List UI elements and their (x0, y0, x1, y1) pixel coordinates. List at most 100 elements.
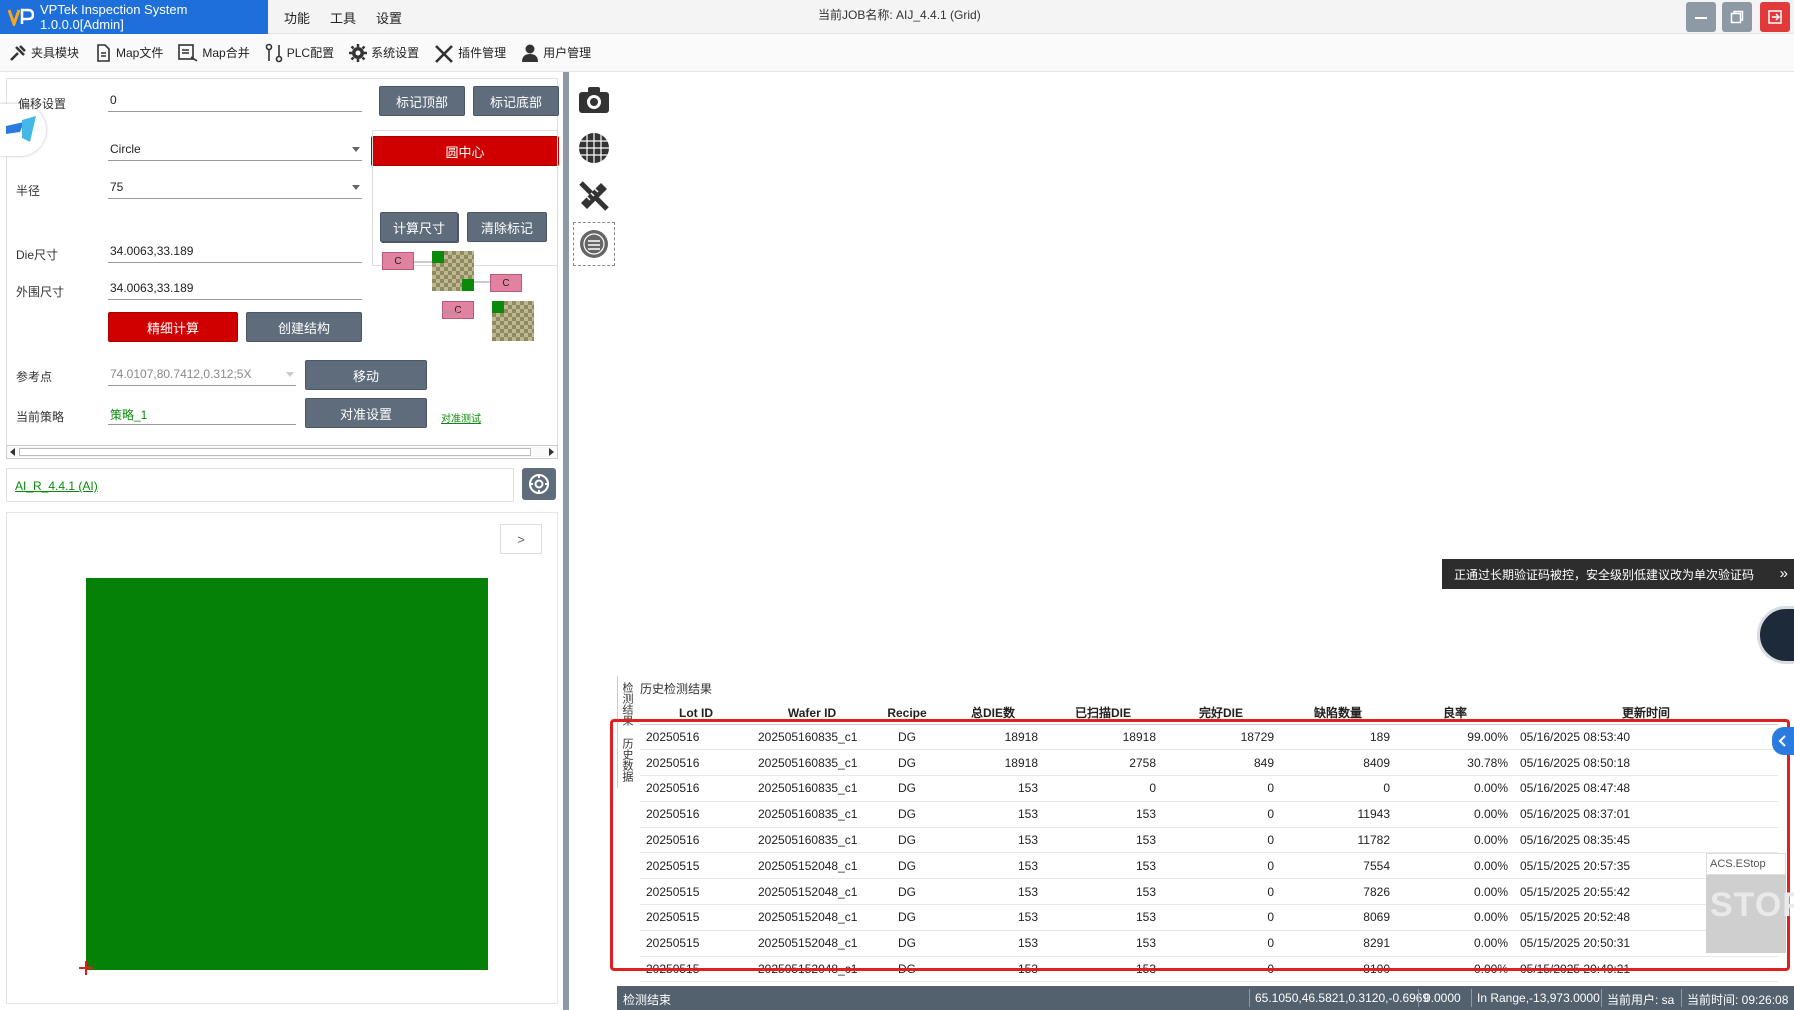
minimize-button[interactable] (1686, 2, 1716, 32)
title-bar: VPTek Inspection System 1.0.0.0[Admin] 功… (0, 0, 1794, 34)
table-side-toggle[interactable] (1772, 727, 1794, 755)
minimize-icon (1695, 17, 1707, 19)
camera-icon (579, 87, 609, 113)
align-settings-button[interactable]: 对准设置 (305, 398, 427, 428)
settings-scrollbar[interactable] (6, 445, 558, 459)
panel-splitter[interactable] (563, 72, 569, 1010)
toolbar-label: Map文件 (116, 46, 164, 60)
side-float-button[interactable] (1757, 606, 1794, 664)
ref-point-label: 参考点 (16, 370, 53, 384)
offset-label: 偏移设置 (18, 97, 67, 111)
create-structure-button[interactable]: 创建结构 (246, 312, 362, 342)
die-size-input[interactable]: 34.0063,33.189 (108, 241, 362, 263)
die-preview-box (372, 130, 558, 266)
toolbar-map-file[interactable]: Map文件 (93, 43, 163, 63)
gear-icon (349, 43, 368, 62)
app-title-text: VPTek Inspection System 1.0.0.0[Admin] (40, 2, 188, 32)
menu-function[interactable]: 功能 (274, 8, 320, 27)
status-coords: 65.1050,46.5821,0.3120,-0.6969 (1255, 991, 1430, 1005)
ref-point-value: 74.0107,80.7412,0.312;5X (110, 367, 252, 381)
menu-tools[interactable]: 工具 (320, 8, 366, 27)
status-user: 当前用户: sa (1607, 993, 1675, 1007)
banner-expand-icon[interactable]: » (1780, 565, 1788, 582)
menu-bar: 功能 工具 设置 (274, 0, 412, 34)
wafer-list-icon (580, 230, 608, 258)
toolbar-system-settings[interactable]: 系统设置 (348, 43, 419, 63)
strategy-input[interactable]: 策略_1 (108, 403, 296, 425)
strategy-label: 当前策略 (16, 410, 65, 424)
wafer-grid-icon (579, 133, 609, 163)
sync-gear-icon (529, 474, 549, 494)
mark-top-button[interactable]: 标记顶部 (379, 86, 465, 116)
toolbar-plugin-management[interactable]: 插件管理 (433, 43, 506, 63)
status-separator (1601, 989, 1602, 1007)
exit-button[interactable] (1760, 2, 1790, 32)
job-name: 当前JOB名称: AIJ_4.4.1 (Grid) (818, 8, 981, 22)
move-button[interactable]: 移动 (305, 360, 427, 390)
user-icon (522, 44, 539, 62)
file-icon (97, 43, 110, 62)
origin-cross-icon (79, 961, 93, 975)
status-separator (1681, 989, 1682, 1007)
status-zero: 0.0000 (1424, 991, 1461, 1005)
status-range: In Range,-13,973.0000 (1477, 991, 1600, 1005)
recipe-link[interactable]: AI_R_4.4.1 (AI) (15, 479, 98, 493)
notification-banner: 正通过长期验证码被控，安全级别低建议改为单次验证码 » (1442, 559, 1794, 589)
plc-icon (265, 43, 283, 62)
ref-point-input[interactable]: 74.0107,80.7412,0.312;5X (108, 364, 296, 386)
radius-label: 半径 (16, 184, 41, 198)
shape-select[interactable]: Circle (108, 139, 362, 161)
mark-bottom-button[interactable]: 标记底部 (473, 86, 559, 116)
measure-tool-button[interactable] (573, 174, 615, 218)
table-highlight-frame (610, 719, 1790, 971)
toolbar-label: 夹具模块 (31, 46, 80, 60)
toolbar-user-management[interactable]: 用户管理 (520, 43, 591, 63)
toolbar-label: 插件管理 (458, 46, 507, 60)
side-tool-strip (573, 78, 615, 270)
radius-select[interactable]: 75 (108, 177, 362, 199)
maximize-button[interactable] (1722, 2, 1752, 32)
scrollbar-thumb[interactable] (19, 448, 531, 456)
die-size-label: Die尺寸 (16, 248, 59, 262)
restore-icon (1730, 10, 1744, 24)
chevron-left-icon (1778, 735, 1786, 747)
shape-select-value: Circle (110, 142, 141, 156)
plugin-icon (435, 44, 454, 63)
toolbar-label: PLC配置 (286, 46, 335, 60)
fixture-icon (10, 44, 26, 61)
clear-mark-button[interactable]: 清除标记 (467, 212, 547, 242)
status-separator (1249, 989, 1250, 1007)
toolbar-label: Map合并 (202, 46, 250, 60)
exit-icon (1768, 10, 1782, 24)
align-test-link[interactable]: 对准测试 (441, 410, 481, 425)
outer-size-input[interactable]: 34.0063,33.189 (108, 278, 362, 300)
wafer-map-area[interactable] (86, 578, 488, 970)
app-title: VPTek Inspection System 1.0.0.0[Admin] (0, 0, 268, 34)
scroll-left-icon (10, 448, 15, 456)
fine-calc-button[interactable]: 精细计算 (108, 312, 238, 342)
recipe-sync-button[interactable] (522, 468, 556, 500)
toolbar-fixture-module[interactable]: 夹具模块 (8, 43, 79, 63)
toolbar-label: 用户管理 (543, 46, 592, 60)
toolbar-plc-config[interactable]: PLC配置 (264, 43, 334, 63)
map-expand-button[interactable]: > (500, 524, 542, 554)
chevron-down-icon (286, 372, 294, 377)
status-separator (1471, 989, 1472, 1007)
outer-size-label: 外围尺寸 (16, 285, 65, 299)
status-bar: 检测结束 65.1050,46.5821,0.3120,-0.6969 0.00… (617, 986, 1794, 1010)
menu-settings[interactable]: 设置 (366, 8, 412, 27)
toolbar-map-merge[interactable]: Map合并 (177, 43, 250, 63)
status-separator (1418, 989, 1419, 1007)
recipe-bar: AI_R_4.4.1 (AI) (6, 468, 514, 502)
status-message: 检测结束 (623, 993, 672, 1007)
estop-text: STOP (1710, 886, 1794, 924)
offset-input[interactable]: 0 (108, 90, 362, 112)
main-toolbar: 夹具模块 Map文件 Map合并 PLC配置 系统设置 插件管理 用户管理 (0, 34, 1794, 72)
estop-label: ACS.EStop (1706, 853, 1786, 875)
grid-tool-button[interactable] (573, 126, 615, 170)
wafer-list-tool-button[interactable] (573, 222, 615, 266)
camera-tool-button[interactable] (573, 78, 615, 122)
calc-size-button[interactable]: 计算尺寸 (380, 212, 458, 242)
die-connector-lines (414, 261, 490, 313)
chevron-down-icon (352, 147, 360, 152)
